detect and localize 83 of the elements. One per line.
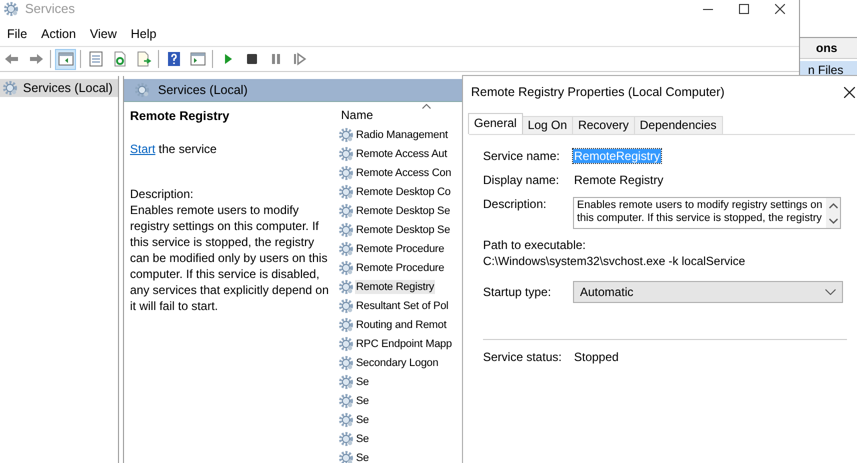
- gear-icon: [338, 316, 354, 332]
- scroll-up-icon[interactable]: [828, 202, 838, 208]
- close-icon[interactable]: [775, 4, 785, 14]
- close-icon[interactable]: [844, 86, 855, 98]
- gear-icon: [338, 240, 354, 256]
- properties-icon[interactable]: [88, 51, 104, 67]
- gear-icon: [338, 222, 354, 238]
- description-text: Enables remote users to modify registry settings on this computer. If this service is stopped, the registry can be modified only by users on this computer. If this service is disabled, any services that explicitly depend on it will fail to start.: [130, 202, 330, 314]
- description-label: Description:: [130, 186, 194, 202]
- field-value[interactable]: Remote Registry: [573, 173, 664, 187]
- gear-icon: [338, 260, 354, 276]
- service-name[interactable]: Se: [355, 432, 370, 446]
- field-label: Path to executable:: [483, 237, 587, 253]
- menu-item[interactable]: Action: [36, 27, 85, 41]
- gear-icon: [338, 164, 354, 180]
- menu-item[interactable]: View: [84, 27, 126, 41]
- gear-icon: [2, 80, 18, 96]
- service-name[interactable]: Radio Management: [355, 128, 449, 142]
- service-name[interactable]: Remote Access Aut: [355, 146, 448, 160]
- gear-icon: [338, 336, 354, 352]
- service-title: Remote Registry: [130, 108, 230, 124]
- tab[interactable]: Log On: [522, 116, 574, 134]
- service-name[interactable]: RPC Endpoint Mapp: [355, 336, 453, 350]
- gear-icon: [338, 430, 354, 446]
- pane-title: Services (Local): [158, 83, 248, 97]
- service-name[interactable]: Se: [355, 374, 370, 388]
- service-name[interactable]: Se: [355, 450, 370, 463]
- chevron-down-icon: [825, 289, 836, 295]
- service-name[interactable]: Secondary Logon: [355, 356, 440, 370]
- action-pane-icon[interactable]: [190, 51, 206, 67]
- forward-arrow-icon[interactable]: [28, 51, 44, 67]
- status-value: Stopped: [573, 350, 620, 364]
- console-tree-icon[interactable]: [58, 51, 74, 67]
- gear-icon: [338, 202, 354, 218]
- tab[interactable]: Recovery: [572, 116, 635, 134]
- gear-icon: [338, 184, 354, 200]
- tree-item[interactable]: Services (Local): [0, 79, 118, 97]
- gear-icon: [338, 412, 354, 428]
- gear-icon: [338, 126, 354, 142]
- gear-icon: [338, 354, 354, 370]
- field-label: Startup type:: [483, 285, 552, 299]
- gear-icon: [338, 374, 354, 390]
- service-name[interactable]: Remote Desktop Se: [355, 222, 452, 236]
- field-label: Description:: [483, 197, 548, 211]
- gear-icon: [338, 450, 354, 463]
- service-name[interactable]: Remote Access Con: [355, 166, 452, 180]
- gear-icon: [338, 392, 354, 408]
- field-label: Display name:: [483, 173, 560, 187]
- app-gear-icon: [3, 0, 19, 16]
- gear-icon: [338, 278, 354, 294]
- menu-item[interactable]: Help: [126, 27, 166, 41]
- tab[interactable]: General: [468, 113, 523, 134]
- service-name[interactable]: Routing and Remot: [355, 318, 448, 332]
- service-name[interactable]: Remote Desktop Co: [355, 184, 452, 198]
- gear-icon: [338, 146, 354, 162]
- service-name[interactable]: Se: [355, 412, 370, 426]
- maximize-icon[interactable]: [739, 4, 749, 14]
- back-arrow-icon[interactable]: [4, 51, 20, 67]
- service-name[interactable]: Remote Procedure: [355, 260, 446, 274]
- startup-type-dropdown[interactable]: Automatic: [573, 281, 843, 303]
- path-value: C:\Windows\system32\svchost.exe -k localService: [483, 253, 746, 269]
- start-service-text: Start the service: [130, 141, 218, 157]
- window-title: Services: [25, 1, 75, 16]
- export-list-icon[interactable]: [136, 51, 152, 67]
- menu-item[interactable]: File: [2, 27, 36, 41]
- dialog-title: Remote Registry Properties (Local Computer): [471, 85, 725, 99]
- service-name[interactable]: Remote Registry: [355, 280, 436, 294]
- service-name[interactable]: Resultant Set of Pol: [355, 298, 450, 312]
- help-icon[interactable]: [166, 51, 182, 67]
- refresh-icon[interactable]: [112, 51, 128, 67]
- field-label: Service name:: [483, 149, 561, 163]
- resume-icon[interactable]: [292, 51, 308, 67]
- gear-icon: [338, 298, 354, 314]
- service-name[interactable]: Remote Procedure: [355, 242, 446, 256]
- scroll-down-icon[interactable]: [828, 218, 838, 224]
- description-field[interactable]: Enables remote users to modify registry settings on this computer. If this service is stopped, the registry: [573, 197, 841, 229]
- gear-icon: [134, 82, 150, 98]
- tab[interactable]: Dependencies: [634, 116, 722, 134]
- start-link[interactable]: Start: [130, 142, 156, 156]
- service-name[interactable]: Remote Desktop Se: [355, 204, 452, 218]
- service-name[interactable]: Se: [355, 394, 370, 408]
- column-header[interactable]: Name: [338, 108, 374, 125]
- field-label: Service status:: [483, 350, 563, 364]
